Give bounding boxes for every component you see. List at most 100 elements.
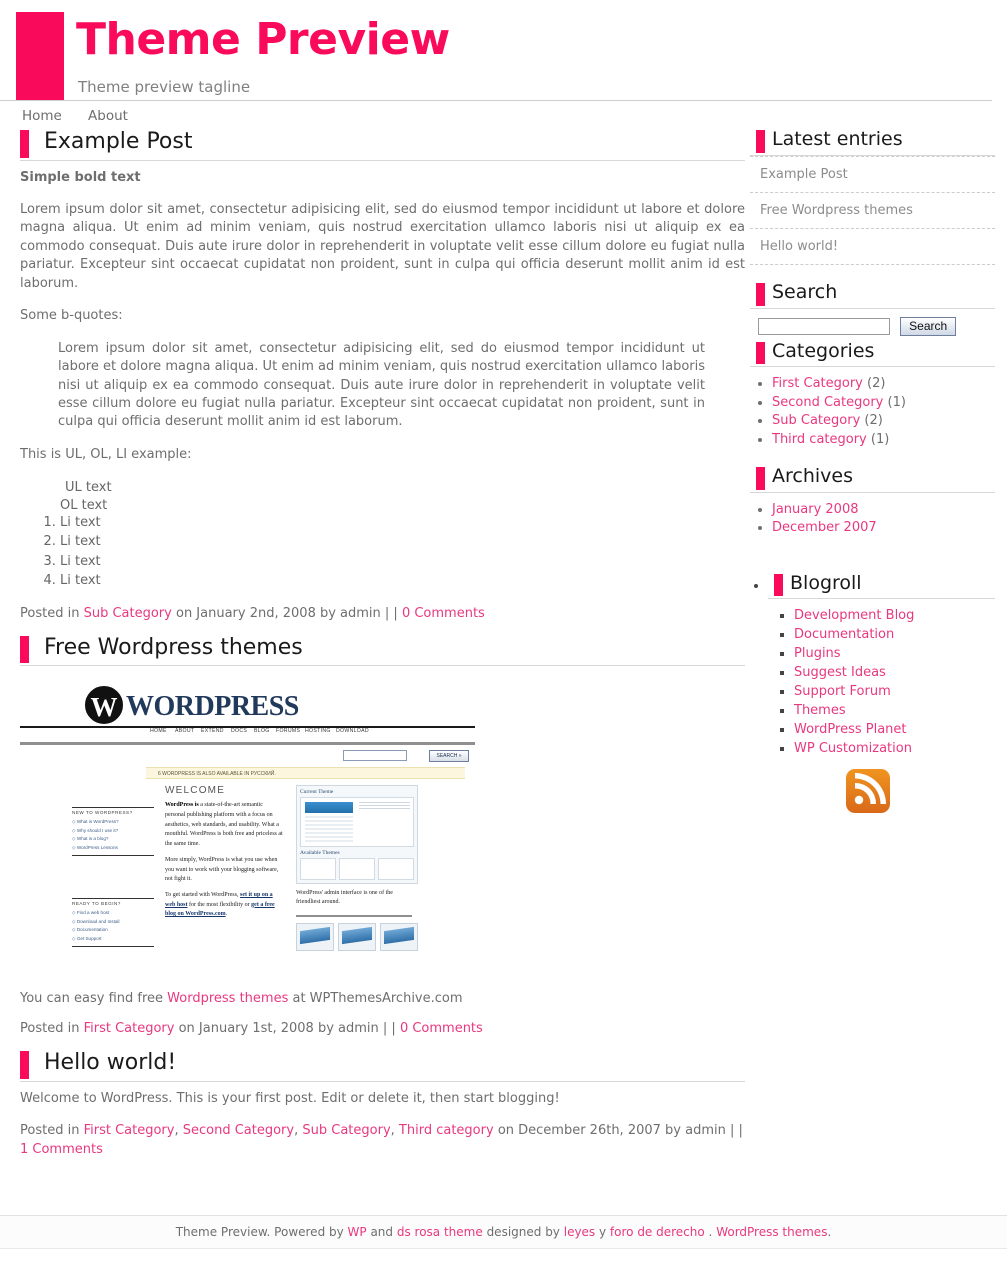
post-title[interactable]: Free Wordpress themes (20, 634, 745, 667)
wps-available-heading: Available Themes (300, 850, 340, 857)
wps-theme-thumbnail (300, 797, 414, 848)
post-meta-category-link[interactable]: Second Category (183, 1123, 294, 1138)
site-tagline: Theme preview tagline (78, 78, 251, 96)
post-meta-date: on December 26th, 2007 by admin | | (497, 1123, 743, 1139)
wps-panel-caption: WordPress' admin interface is one of the… (296, 890, 393, 906)
post-meta-category-link[interactable]: Sub Category (84, 606, 172, 621)
list-item[interactable]: December 2007 (772, 519, 995, 537)
footer-link-theme[interactable]: ds rosa theme (397, 1225, 483, 1239)
comma: , (294, 1123, 299, 1139)
list-item[interactable]: Documentation (794, 626, 995, 645)
wps-wordmark: WORDPRESS (126, 691, 299, 723)
post-meta-comments-link[interactable]: 0 Comments (400, 1021, 483, 1036)
blogroll-link[interactable]: WP Customization (794, 741, 912, 756)
blogroll-link[interactable]: Themes (794, 703, 846, 718)
list-item[interactable]: Third category (1) (772, 431, 995, 449)
rss-icon[interactable] (846, 769, 890, 814)
archive-link[interactable]: December 2007 (772, 520, 877, 535)
latest-entry-link[interactable]: Example Post (760, 167, 848, 182)
nav-item-about[interactable]: About (88, 108, 128, 124)
widget-title: Latest entries (750, 128, 995, 156)
wps-theme-panel: Current Theme Available Themes (296, 785, 418, 885)
post-meta-comments-link[interactable]: 1 Comments (20, 1142, 103, 1157)
footer-link-wp[interactable]: WP (348, 1225, 367, 1239)
footer-link-wpthemes[interactable]: WordPress themes (716, 1225, 827, 1239)
wps-thumbnail-row (296, 923, 418, 952)
wps-middle-column: WELCOME WordPress is a state-of-the-art … (165, 785, 283, 926)
list-item[interactable]: Themes (794, 702, 995, 721)
archive-link[interactable]: January 2008 (772, 502, 859, 517)
list-item[interactable]: Second Category (1) (772, 394, 995, 412)
wps-theme-row (300, 858, 414, 881)
wps-welcome-heading: WELCOME (165, 785, 226, 797)
list-item[interactable]: Sub Category (2) (772, 412, 995, 430)
list-item[interactable]: Hello world! (750, 229, 995, 265)
wps-columns: NEW TO WORDPRESS? ◇ What is WordPress? ◇… (20, 785, 475, 979)
post-title[interactable]: Example Post (20, 128, 745, 161)
list-item[interactable]: January 2008 (772, 501, 995, 519)
footer-link-leyes[interactable]: leyes (564, 1225, 595, 1239)
wps-left-link: ◇ Documentation (72, 927, 108, 933)
caption-link[interactable]: Wordpress themes (167, 991, 288, 1006)
categories-list: First Category (2) Second Category (1) S… (750, 375, 995, 449)
category-link[interactable]: First Category (772, 376, 863, 391)
post-meta-category-link[interactable]: First Category (84, 1021, 175, 1036)
search-button[interactable]: Search (900, 316, 957, 336)
list-item[interactable]: Free Wordpress themes (750, 193, 995, 229)
wps-nav-item: DOCS (231, 728, 248, 735)
list-item: Li text (60, 552, 745, 572)
post-meta: Posted in Sub Category on January 2nd, 2… (20, 605, 745, 630)
wps-paragraph: To get started with WordPress, set it up… (165, 891, 275, 918)
blogroll-list: Development Blog Documentation Plugins S… (768, 607, 995, 759)
footer-pre: Theme Preview. Powered by (175, 1225, 348, 1239)
search-input[interactable] (758, 317, 890, 335)
blogroll-link[interactable]: Plugins (794, 646, 841, 661)
post-meta-category-link[interactable]: First Category (84, 1123, 175, 1138)
post-meta-category-link[interactable]: Third category (399, 1123, 494, 1138)
list-item[interactable]: WP Customization (794, 740, 995, 759)
list-item[interactable]: Example Post (750, 155, 995, 193)
category-link[interactable]: Second Category (772, 395, 883, 410)
main-content: Example Post Simple bold text Lorem ipsu… (0, 128, 745, 1170)
caption-post: at WPThemesArchive.com (288, 991, 463, 1007)
list-item[interactable]: Support Forum (794, 683, 995, 702)
footer-mid3: y (595, 1225, 610, 1239)
nav-item-home[interactable]: Home (22, 108, 62, 124)
list-item[interactable]: WordPress Planet (794, 721, 995, 740)
post-title[interactable]: Hello world! (20, 1049, 745, 1082)
list-item[interactable]: First Category (2) (772, 375, 995, 393)
widget-title: Archives (750, 465, 995, 493)
header-accent-block (16, 12, 64, 100)
list-item[interactable]: Development Blog (794, 607, 995, 626)
footer-link-foro[interactable]: foro de derecho (610, 1225, 705, 1239)
list-item: Li text (60, 532, 745, 552)
wps-divider (296, 915, 412, 918)
blogroll-link[interactable]: Documentation (794, 627, 894, 642)
wps-left-link: ◇ Download and Install (72, 918, 120, 924)
main-navigation: Home About (0, 100, 992, 128)
category-link[interactable]: Sub Category (772, 413, 860, 428)
latest-entry-link[interactable]: Hello world! (760, 239, 838, 254)
latest-entry-link[interactable]: Free Wordpress themes (760, 203, 913, 218)
post-bold-line: Simple bold text (20, 169, 141, 185)
category-link[interactable]: Third category (772, 432, 867, 447)
post-example-post: Example Post Simple bold text Lorem ipsu… (20, 128, 745, 630)
site-title[interactable]: Theme Preview (76, 18, 450, 62)
list-item: OL text (60, 497, 108, 513)
post-meta: Posted in First Category, Second Categor… (20, 1122, 745, 1166)
blogroll-link[interactable]: Support Forum (794, 684, 891, 699)
wps-nav-item: BLOG (254, 728, 270, 735)
post-meta-comments-link[interactable]: 0 Comments (402, 606, 485, 621)
category-count: (2) (864, 413, 883, 429)
post-meta-date: on January 1st, 2008 by admin | | (178, 1021, 396, 1037)
widget-categories: Categories First Category (2) Second Cat… (750, 340, 995, 450)
category-count: (1) (870, 431, 890, 447)
blogroll-link[interactable]: Suggest Ideas (794, 665, 886, 680)
list-item[interactable]: Plugins (794, 645, 995, 664)
page-root: Theme Preview Theme preview tagline Home… (0, 0, 1007, 1249)
blogroll-link[interactable]: WordPress Planet (794, 722, 907, 737)
blogroll-link[interactable]: Development Blog (794, 608, 914, 623)
post-meta-posted-in: Posted in (20, 1021, 80, 1037)
post-meta-category-link[interactable]: Sub Category (302, 1123, 390, 1138)
list-item[interactable]: Suggest Ideas (794, 664, 995, 683)
